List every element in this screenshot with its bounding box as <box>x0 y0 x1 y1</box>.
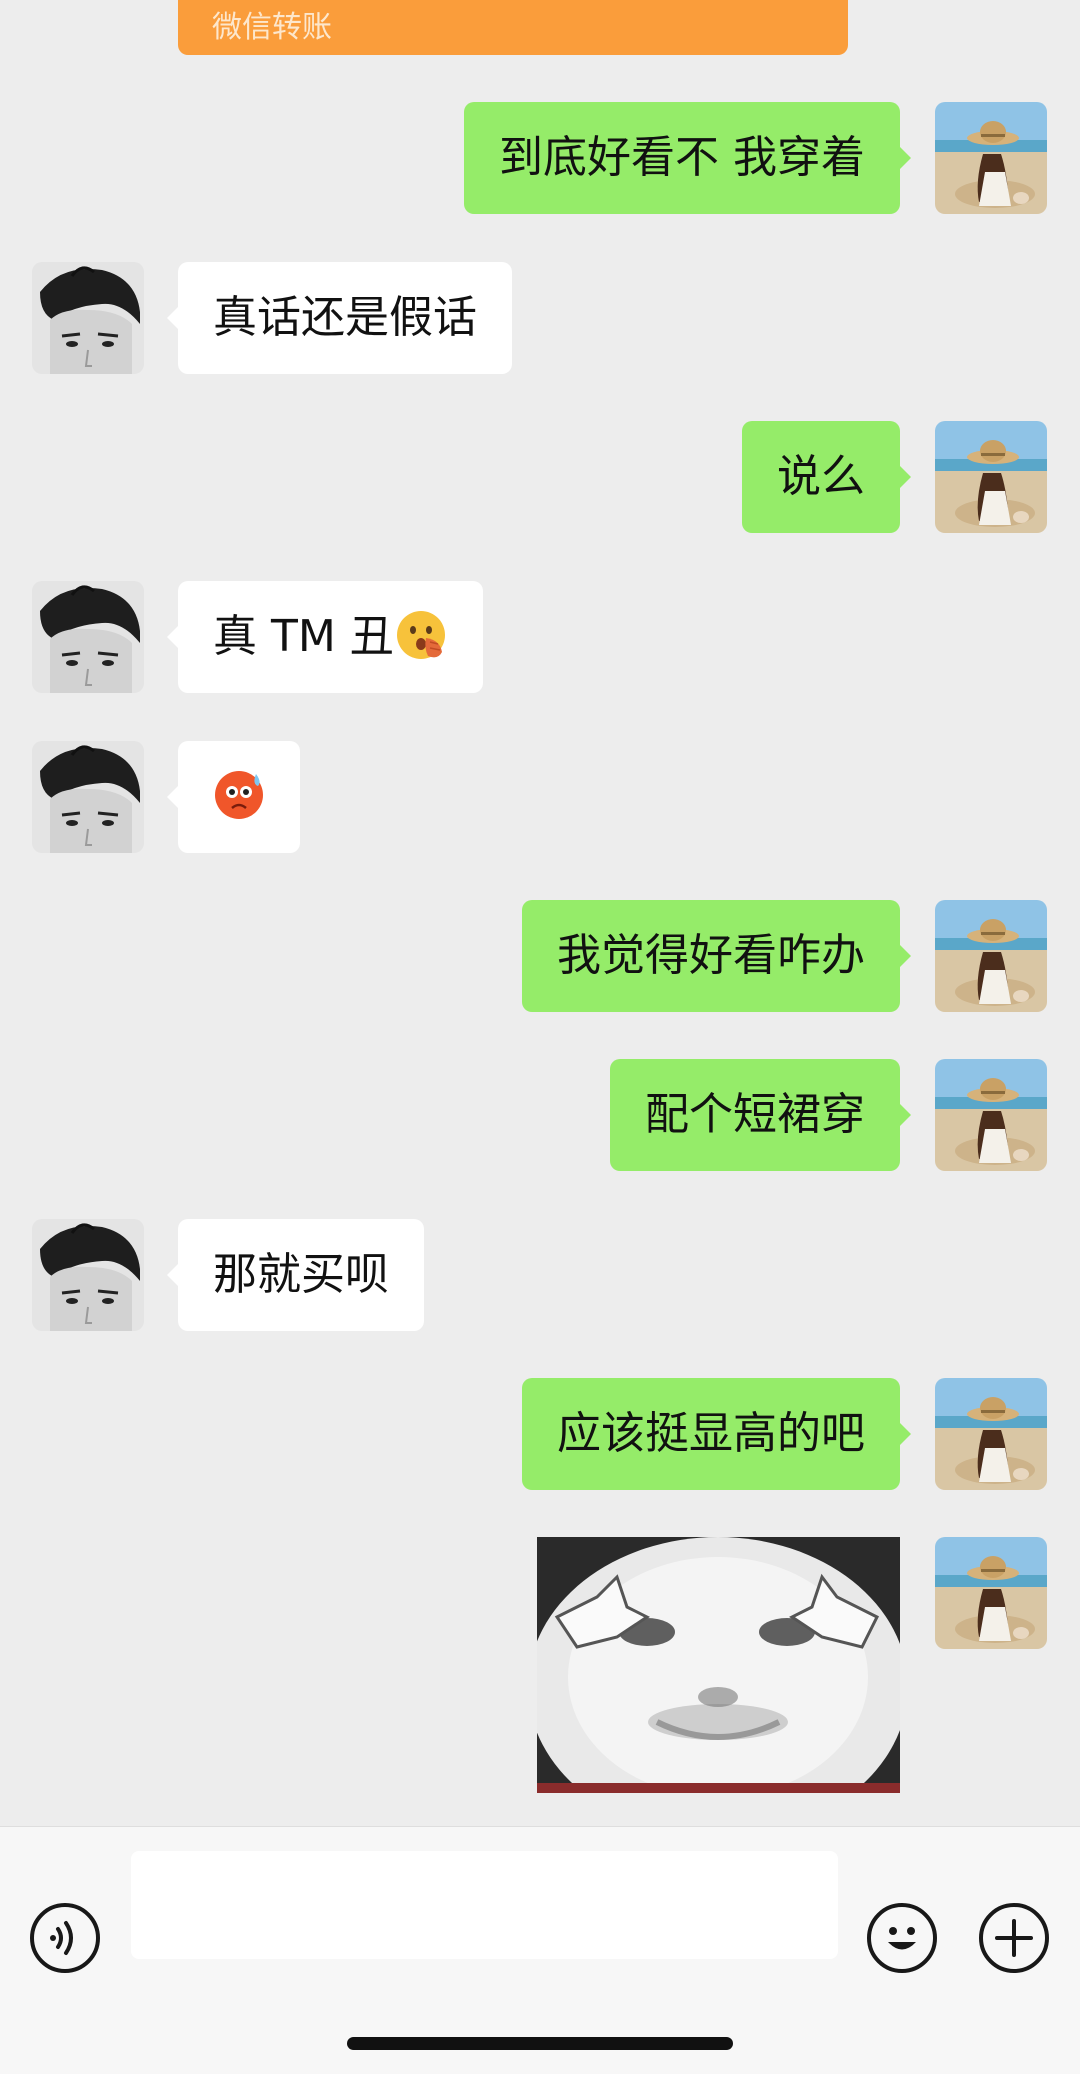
more-button[interactable] <box>979 1903 1049 1973</box>
emoji-button[interactable] <box>867 1903 937 1973</box>
voice-icon <box>50 1921 73 1955</box>
message-input[interactable] <box>131 1851 838 1959</box>
panda-face-sticker[interactable] <box>537 1537 900 1793</box>
message-text: 配个短裙穿 <box>645 1089 865 1140</box>
message-row: 我觉得好看咋办 <box>0 900 1080 1012</box>
my-avatar[interactable] <box>935 421 1047 533</box>
contact-avatar[interactable] <box>32 581 144 693</box>
message-text: 那就买呗 <box>213 1249 389 1300</box>
message-bubble-sent[interactable]: 说么 <box>742 421 911 533</box>
contact-avatar[interactable] <box>32 262 144 374</box>
message-bubble-received[interactable]: 真 TM 丑 <box>167 581 483 693</box>
message-row <box>0 1537 1080 1793</box>
message-text: 到底好看不 我穿着 <box>499 132 865 183</box>
message-row: 真 TM 丑 <box>0 581 1080 693</box>
my-avatar[interactable] <box>935 1378 1047 1490</box>
input-bar <box>0 1826 1080 2074</box>
message-bubble-sent[interactable]: 到底好看不 我穿着 <box>464 102 911 214</box>
message-text: 我觉得好看咋办 <box>557 930 865 981</box>
message-row: 应该挺显高的吧 <box>0 1378 1080 1490</box>
message-bubble-received[interactable] <box>167 741 300 853</box>
message-row: 到底好看不 我穿着 <box>0 102 1080 214</box>
transfer-label: 微信转账 <box>212 10 332 45</box>
message-text: 真话还是假话 <box>213 292 477 343</box>
message-text: 说么 <box>777 451 865 502</box>
message-bubble-sent[interactable]: 应该挺显高的吧 <box>522 1378 911 1490</box>
contact-avatar[interactable] <box>32 741 144 853</box>
transfer-card[interactable]: 微信转账 <box>178 0 848 55</box>
my-avatar[interactable] <box>935 102 1047 214</box>
message-text: 真 TM 丑 <box>213 611 394 662</box>
message-row: 那就买呗 <box>0 1219 1080 1331</box>
message-row: 说么 <box>0 421 1080 533</box>
voice-input-button[interactable] <box>30 1903 100 1973</box>
cold-face-emoji <box>212 768 266 822</box>
chat-screen: 微信转账 到底好看不 我穿着 真话还是假话 说么 真 TM 丑 我觉得好看咋办 … <box>0 0 1080 2074</box>
shushing-face-emoji <box>394 608 448 662</box>
message-row <box>0 741 1080 853</box>
message-row: 配个短裙穿 <box>0 1059 1080 1171</box>
message-text: 应该挺显高的吧 <box>557 1408 865 1459</box>
my-avatar[interactable] <box>935 1537 1047 1649</box>
my-avatar[interactable] <box>935 1059 1047 1171</box>
my-avatar[interactable] <box>935 900 1047 1012</box>
home-indicator[interactable] <box>347 2037 733 2050</box>
emoji-face-icon <box>888 1927 916 1950</box>
message-bubble-received[interactable]: 那就买呗 <box>167 1219 424 1331</box>
contact-avatar[interactable] <box>32 1219 144 1331</box>
message-row: 真话还是假话 <box>0 262 1080 374</box>
plus-icon <box>995 1919 1033 1957</box>
message-bubble-received[interactable]: 真话还是假话 <box>167 262 512 374</box>
message-bubble-sent[interactable]: 配个短裙穿 <box>610 1059 911 1171</box>
message-bubble-sent[interactable]: 我觉得好看咋办 <box>522 900 911 1012</box>
